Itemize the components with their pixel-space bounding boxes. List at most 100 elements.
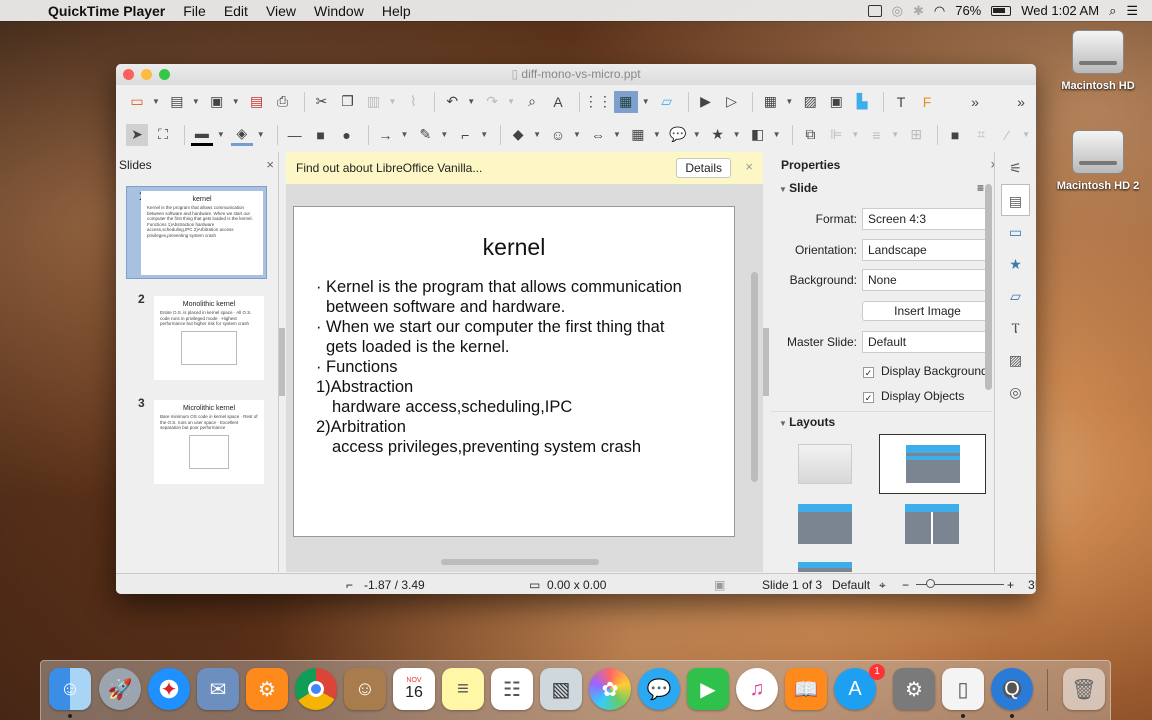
reminders-icon[interactable]: ☷	[491, 668, 533, 710]
line-color-icon[interactable]: ▬	[190, 124, 213, 146]
animation-icon[interactable]: ★	[995, 248, 1036, 280]
export-pdf-icon[interactable]: ▤	[246, 91, 268, 113]
launchpad-icon[interactable]: 🚀	[99, 668, 141, 710]
slide-thumbnail-3[interactable]: 3 Microlithic kernel Bare minimum OS cod…	[126, 394, 267, 487]
copy-icon[interactable]: ❐	[337, 91, 359, 113]
format-select[interactable]: Screen 4:3	[862, 208, 992, 230]
chevron-down-icon[interactable]: ▼	[653, 130, 661, 139]
finder-icon[interactable]: ☺	[49, 668, 91, 710]
facetime-icon[interactable]: ▶	[687, 668, 729, 710]
ibooks-icon[interactable]: 📖	[785, 668, 827, 710]
grid-icon[interactable]: ⋮⋮	[584, 91, 612, 113]
chevron-down-icon[interactable]: ▼	[693, 130, 701, 139]
connector-icon[interactable]: ⌐	[454, 124, 476, 146]
chevron-down-icon[interactable]: ▼	[217, 130, 225, 139]
chevron-down-icon[interactable]: ▼	[257, 130, 265, 139]
notes-icon[interactable]: ≡	[442, 668, 484, 710]
menu-edit[interactable]: Edit	[224, 3, 248, 19]
zoom-window-button[interactable]	[159, 69, 170, 80]
zoom-pan-icon[interactable]: ⛶	[152, 124, 174, 146]
layout-two-content[interactable]	[905, 504, 959, 544]
orientation-select[interactable]: Landscape	[862, 239, 992, 261]
image-icon[interactable]: ▨	[799, 91, 821, 113]
symbol-shapes-icon[interactable]: ☺	[547, 124, 569, 146]
photo-booth-icon[interactable]: ▧	[540, 668, 582, 710]
slide-thumbnail-1[interactable]: 1 kernel Kernel is the program that allo…	[126, 186, 267, 279]
master-slides-icon[interactable]: ▱	[995, 280, 1036, 312]
slides-pane-splitter[interactable]	[279, 328, 285, 396]
text-box-icon[interactable]: T	[890, 91, 912, 113]
settings-sliders-icon[interactable]: ⚟	[995, 152, 1036, 184]
find-replace-icon[interactable]: ⌕	[521, 91, 543, 113]
chevron-down-icon[interactable]: ▼	[773, 130, 781, 139]
clone-formatting-icon[interactable]: ⌇	[402, 91, 424, 113]
callout-icon[interactable]: 💬	[667, 124, 689, 146]
3d-objects-icon[interactable]: ◧	[747, 124, 769, 146]
chevron-down-icon[interactable]: ▼	[152, 97, 160, 106]
chevron-down-icon[interactable]: ▼	[1022, 130, 1030, 139]
battery-percent[interactable]: 76%	[955, 3, 981, 18]
block-arrows-icon[interactable]: ⇔	[587, 124, 609, 146]
chevron-down-icon[interactable]: ▼	[480, 130, 488, 139]
chart-icon[interactable]: ▙	[851, 91, 873, 113]
slide-thumbnail-2[interactable]: 2 Monolithic kernel Entire O.S. is place…	[126, 290, 267, 383]
star-icon[interactable]: ★	[707, 124, 729, 146]
navigator-icon[interactable]: ◎	[995, 376, 1036, 408]
spelling-icon[interactable]: A	[547, 91, 569, 113]
shadow-icon[interactable]: ■	[944, 124, 966, 146]
chevron-down-icon[interactable]: ▼	[467, 97, 475, 106]
sidebar-icon[interactable]: ▱	[656, 91, 678, 113]
properties-deck-icon[interactable]: ▤	[1001, 184, 1030, 216]
calendar-icon[interactable]: NOV 16	[393, 668, 435, 710]
details-button[interactable]: Details	[676, 158, 731, 178]
flowchart-icon[interactable]: ▦	[627, 124, 649, 146]
arrange-icon[interactable]: ≡	[865, 124, 887, 146]
cut-icon[interactable]: ✂	[311, 91, 333, 113]
slide-title[interactable]: kernel	[294, 234, 734, 261]
screen-share-icon[interactable]	[867, 4, 882, 17]
fontwork-icon[interactable]: F	[916, 91, 938, 113]
chevron-down-icon[interactable]: ▼	[232, 97, 240, 106]
bluetooth-icon[interactable]: ✱	[913, 3, 924, 19]
menu-view[interactable]: View	[266, 3, 296, 19]
minimize-window-button[interactable]	[141, 69, 152, 80]
chevron-down-icon[interactable]: ▼	[533, 130, 541, 139]
master-slide-select[interactable]: Default	[862, 331, 992, 353]
select-arrow-icon[interactable]: ➤	[126, 123, 148, 146]
curve-icon[interactable]: ✎	[414, 124, 436, 146]
display-background-checkbox[interactable]: ✓ Display Background	[863, 364, 988, 378]
chevron-down-icon[interactable]: ▼	[400, 130, 408, 139]
slide-canvas[interactable]: kernel Kernel is the program that allows…	[293, 206, 735, 537]
zoom-slider-thumb[interactable]	[926, 579, 935, 588]
horizontal-scrollbar[interactable]	[441, 559, 599, 565]
chrome-icon[interactable]	[295, 668, 337, 710]
chevron-down-icon[interactable]: ▼	[440, 130, 448, 139]
record-icon[interactable]: ◎	[892, 3, 903, 19]
mail-icon[interactable]: ✉	[197, 668, 239, 710]
redo-icon[interactable]: ↷	[481, 91, 503, 113]
start-from-current-icon[interactable]: ▷	[720, 91, 742, 113]
menu-clock[interactable]: Wed 1:02 AM	[1021, 3, 1099, 18]
desktop-disk-macintosh-hd[interactable]: Macintosh HD	[1043, 30, 1152, 92]
slide-transition-icon[interactable]: ▭	[995, 216, 1036, 248]
chevron-down-icon[interactable]: ▼	[613, 130, 621, 139]
distribute-icon[interactable]: ⊞	[905, 124, 927, 146]
align-icon[interactable]: ⊫	[825, 124, 847, 146]
title-bar[interactable]: ▯ diff-mono-vs-micro.ppt	[116, 64, 1036, 85]
fit-slide-icon[interactable]: ⌖	[879, 578, 886, 593]
close-icon[interactable]: ×	[745, 159, 753, 174]
system-preferences-icon[interactable]: ⚙	[893, 668, 935, 710]
menu-help[interactable]: Help	[382, 3, 411, 19]
presentation-icon[interactable]: ▭	[126, 91, 148, 113]
zoom-out-button[interactable]: −	[902, 578, 909, 592]
desktop-disk-macintosh-hd-2[interactable]: Macintosh HD 2	[1043, 130, 1152, 192]
settings-gear-icon[interactable]: ⚙	[246, 668, 288, 710]
ellipse-icon[interactable]: ●	[336, 124, 358, 146]
start-from-first-icon[interactable]: ▶	[695, 91, 717, 113]
menu-window[interactable]: Window	[314, 3, 364, 19]
styles-icon[interactable]: Ⲧ	[995, 312, 1036, 344]
document-modified-icon[interactable]: ▣	[714, 578, 725, 592]
contacts-icon[interactable]: ☺	[344, 668, 386, 710]
properties-scrollbar[interactable]	[985, 184, 992, 390]
rectangle-icon[interactable]: ■	[310, 124, 332, 146]
